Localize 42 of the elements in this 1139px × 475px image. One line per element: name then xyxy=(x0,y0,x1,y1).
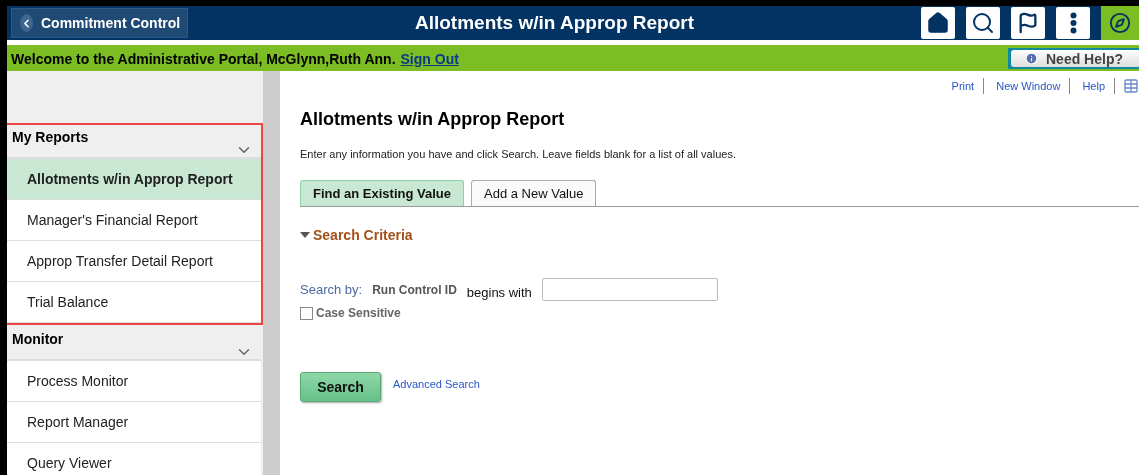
welcome-text: Welcome to the Administrative Portal, McGlynn,Ruth Ann. Sign Out xyxy=(11,50,459,67)
compass-icon xyxy=(1109,12,1131,34)
back-button[interactable]: Commitment Control xyxy=(11,8,188,38)
menu-button[interactable] xyxy=(1056,7,1090,39)
sidebar-item[interactable]: Process Monitor xyxy=(7,361,261,402)
checkbox-label: Case Sensitive xyxy=(316,306,401,320)
page-title: Allotments w/in Approp Report xyxy=(300,109,566,130)
advanced-search-link[interactable]: Advanced Search xyxy=(393,378,480,390)
table-icon[interactable] xyxy=(1123,78,1139,94)
info-icon xyxy=(1025,52,1038,65)
tab[interactable]: Find an Existing Value xyxy=(300,180,464,206)
chevron-left-icon xyxy=(20,14,33,32)
checkbox[interactable] xyxy=(300,306,313,320)
input-field[interactable] xyxy=(541,278,718,301)
page-header-title: Allotments w/in Approp Report xyxy=(414,12,695,34)
sidebar-item[interactable]: Query Viewer xyxy=(7,443,261,475)
help-button[interactable]: Need Help? xyxy=(1011,50,1139,67)
sign-out-link[interactable]: Sign Out xyxy=(400,50,459,67)
sidebar-item[interactable]: Allotments w/in Approp Report xyxy=(7,159,261,200)
search-button[interactable]: Search xyxy=(300,372,381,402)
operator-text: begins with xyxy=(466,285,532,300)
home-button[interactable] xyxy=(921,7,955,39)
menu-icon xyxy=(1069,12,1077,34)
search-icon xyxy=(971,11,995,35)
section-toggle[interactable]: Search Criteria xyxy=(300,227,1139,243)
home-icon xyxy=(926,11,950,35)
sidebar-item[interactable]: Approp Transfer Detail Report xyxy=(7,241,261,282)
sidebar-item[interactable]: Trial Balance xyxy=(7,282,261,323)
page-link[interactable]: Print xyxy=(939,78,985,94)
sidebar-item[interactable]: Manager's Financial Report xyxy=(7,200,261,241)
flag-icon xyxy=(1017,12,1039,34)
field-label: Run Control ID xyxy=(372,282,457,297)
navbar-button[interactable] xyxy=(1101,6,1139,40)
scrollbar[interactable] xyxy=(263,71,280,475)
instructions-text: Enter any information you have and click Search. Leave fields blank for a list of all values. xyxy=(300,148,737,160)
page-link[interactable]: Help xyxy=(1070,78,1115,94)
sidebar-item[interactable]: Report Manager xyxy=(7,402,261,443)
search-button[interactable] xyxy=(966,7,1000,39)
search-by-label: Search by: xyxy=(300,282,363,297)
flag-button[interactable] xyxy=(1011,7,1045,39)
tab[interactable]: Add a New Value xyxy=(471,180,597,206)
page-link[interactable]: New Window xyxy=(984,78,1071,94)
